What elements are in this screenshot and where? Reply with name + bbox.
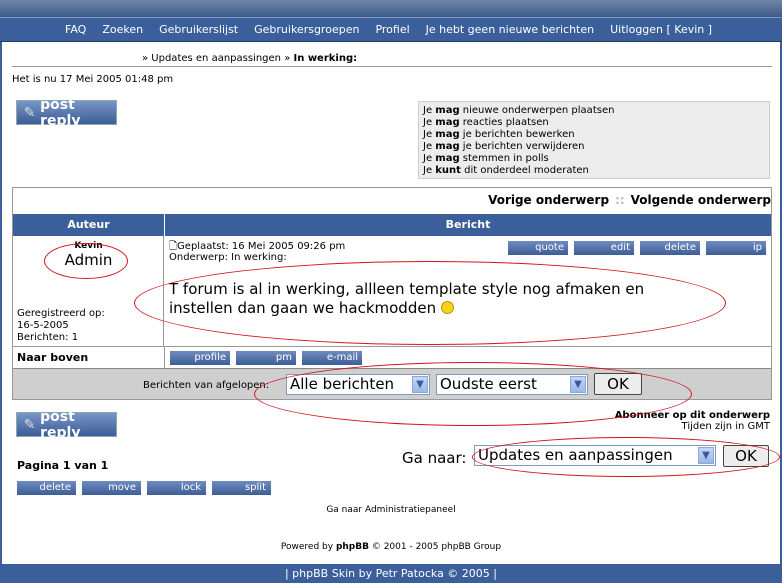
filter-label: Berichten van afgelopen:	[143, 380, 270, 391]
permission-line: Je kunt dit onderdeel moderaten	[423, 165, 589, 176]
quote-button[interactable]: quote	[508, 241, 568, 255]
nav-logout[interactable]: Uitloggen [ Kevin ]	[610, 23, 712, 36]
breadcrumb: » Updates en aanpassingen » In werking:	[142, 53, 357, 64]
divider	[12, 66, 772, 67]
post-reply-label: post reply	[40, 408, 81, 441]
pen-icon: ✎	[23, 416, 36, 433]
filter-ok-button[interactable]: OK	[594, 373, 642, 395]
permission-line: Je mag je berichten bewerken	[423, 129, 575, 140]
table-header: Auteur Bericht	[13, 214, 771, 236]
jump-to-label: Ga naar:	[402, 449, 467, 467]
post-footer-row: Naar boven profile pm e-mail	[13, 346, 771, 369]
post-icon: 🗋	[169, 241, 178, 252]
column-author: Auteur	[67, 218, 110, 231]
permission-line: Je mag stemmen in polls	[423, 153, 549, 164]
powered-by: Powered by phpBB © 2001 - 2005 phpBB Gro…	[280, 542, 502, 552]
topic-table: Vorige onderwerp:: Volgende onderwerp Aut…	[12, 187, 772, 400]
site-banner	[0, 0, 782, 17]
topic-nav-separator: ::	[615, 193, 625, 207]
mod-lock-button[interactable]: lock	[147, 481, 206, 495]
left-border	[0, 42, 2, 564]
author-cell: Kevin Admin Geregistreerd op: 16-5-2005 …	[13, 236, 164, 346]
mod-split-button[interactable]: split	[212, 481, 271, 495]
column-post: Bericht	[445, 218, 491, 231]
subscribe-block: Abonneer op dit onderwerp Tijden zijn in…	[615, 410, 770, 432]
ip-button[interactable]: ip	[706, 241, 766, 255]
author-rank: Admin	[64, 251, 113, 269]
pen-icon: ✎	[23, 104, 36, 121]
post-reply-button-bottom[interactable]: ✎ post reply	[16, 409, 117, 441]
edit-button[interactable]: edit	[574, 241, 634, 255]
topic-navigation: Vorige onderwerp:: Volgende onderwerp	[488, 193, 771, 207]
breadcrumb-topic-link[interactable]: In werking:	[294, 53, 358, 64]
chevron-down-icon: ▼	[570, 376, 586, 393]
jump-to-select[interactable]: Updates en aanpassingen ▼	[474, 445, 716, 466]
permission-line: Je mag je berichten verwijderen	[423, 141, 585, 152]
breadcrumb-separator: »	[281, 53, 294, 64]
admin-panel-link[interactable]: Ga naar Administratiepaneel	[0, 505, 782, 515]
post-cell: 🗋Geplaatst: 16 Mei 2005 09:26 pm Onderwe…	[165, 236, 771, 346]
delete-post-button[interactable]: delete	[640, 241, 700, 255]
nav-bar: FAQ Zoeken Gebruikerslijst Gebruikersgro…	[0, 17, 782, 42]
nav-messages[interactable]: Je hebt geen nieuwe berichten	[426, 23, 594, 36]
subscribe-link[interactable]: Abonneer op dit onderwerp	[615, 410, 770, 421]
previous-topic-link[interactable]: Vorige onderwerp	[488, 193, 609, 207]
order-select[interactable]: Oudste eerst ▼	[436, 374, 588, 395]
nav-search[interactable]: Zoeken	[102, 23, 143, 36]
jump-ok-button[interactable]: OK	[723, 445, 769, 467]
nav-memberlist[interactable]: Gebruikerslijst	[159, 23, 238, 36]
timezone-note: Tijden zijn in GMT	[681, 421, 770, 432]
breadcrumb-forum-link[interactable]: » Updates en aanpassingen	[142, 53, 281, 64]
filter-row: Berichten van afgelopen: Alle berichten ▼…	[13, 368, 771, 399]
author-name: Kevin	[74, 241, 103, 251]
pagination: Pagina 1 van 1	[17, 459, 109, 472]
post-header: 🗋Geplaatst: 16 Mei 2005 09:26 pm Onderwe…	[169, 241, 345, 263]
mod-move-button[interactable]: move	[82, 481, 141, 495]
post-date: Geplaatst: 16 Mei 2005 09:26 pm	[177, 241, 346, 252]
post-body: T forum is al in werking, allleen templa…	[169, 280, 645, 317]
post-reply-label: post reply	[40, 96, 81, 129]
next-topic-link[interactable]: Volgende onderwerp	[631, 193, 771, 207]
post-subject: Onderwerp: In werking:	[169, 252, 287, 263]
smiley-icon	[440, 301, 454, 314]
permission-line: Je mag reacties plaatsen	[423, 117, 549, 128]
author-info: Geregistreerd op: 16-5-2005 Berichten: 1	[17, 308, 105, 343]
post-reply-button-top[interactable]: ✎ post reply	[16, 97, 117, 129]
back-to-top-link[interactable]: Naar boven	[17, 351, 88, 364]
profile-button[interactable]: profile	[170, 351, 230, 365]
phpbb-link[interactable]: phpBB	[336, 542, 369, 552]
pm-button[interactable]: pm	[236, 351, 296, 365]
nav-faq[interactable]: FAQ	[65, 23, 86, 36]
nav-profile[interactable]: Profiel	[375, 23, 409, 36]
footer-bar: | phpBB Skin by Petr Patocka © 2005 |	[0, 564, 782, 583]
current-datetime: Het is nu 17 Mei 2005 01:48 pm	[12, 74, 174, 85]
chevron-down-icon: ▼	[412, 376, 428, 393]
permission-line: Je mag nieuwe onderwerpen plaatsen	[423, 105, 615, 116]
nav-usergroups[interactable]: Gebruikersgroepen	[254, 23, 359, 36]
email-button[interactable]: e-mail	[302, 351, 362, 365]
mod-delete-button[interactable]: delete	[17, 481, 76, 495]
permissions-box: Je mag nieuwe onderwerpen plaatsen Je ma…	[418, 101, 770, 179]
period-select[interactable]: Alle berichten ▼	[286, 374, 430, 395]
chevron-down-icon: ▼	[698, 447, 714, 464]
